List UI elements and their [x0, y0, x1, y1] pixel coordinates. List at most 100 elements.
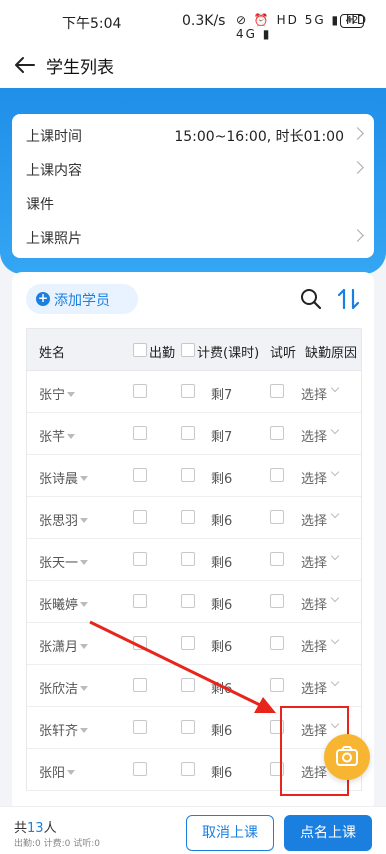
fee-checkbox[interactable]	[181, 594, 195, 608]
dropdown-triangle-icon	[80, 686, 89, 691]
attend-checkbox[interactable]	[133, 636, 147, 650]
fee-checkbox[interactable]	[181, 384, 195, 398]
absence-reason-select[interactable]: 选择	[301, 636, 327, 655]
class-photo-label: 上课照片	[26, 231, 82, 247]
remaining-hours: 剩6	[211, 472, 233, 487]
student-name[interactable]: 张宁	[39, 384, 76, 403]
remaining-hours: 剩7	[211, 430, 233, 445]
table-row[interactable]: 张欣洁 剩6 选择	[27, 665, 361, 707]
page-title: 学生列表	[46, 58, 114, 78]
table-header: 姓名 出勤 计费(课时) 试听 缺勤原因	[27, 329, 361, 371]
bottom-action-bar: 共13人 出勤:0 计费:0 试听:0 取消上课 点名上课	[0, 806, 386, 854]
dropdown-triangle-icon	[67, 434, 76, 439]
attend-checkbox[interactable]	[133, 720, 147, 734]
student-name[interactable]: 张诗晨	[39, 468, 89, 487]
dropdown-triangle-icon	[80, 602, 89, 607]
trial-checkbox[interactable]	[270, 468, 284, 482]
roll-call-button[interactable]: 点名上课	[284, 815, 372, 851]
attend-checkbox[interactable]	[133, 426, 147, 440]
attend-checkbox[interactable]	[133, 384, 147, 398]
absence-reason-select[interactable]: 选择	[301, 426, 327, 445]
chevron-down-icon	[330, 677, 340, 687]
trial-checkbox[interactable]	[270, 510, 284, 524]
attend-checkbox[interactable]	[133, 594, 147, 608]
cancel-class-button[interactable]: 取消上课	[186, 815, 274, 851]
chevron-down-icon	[330, 467, 340, 477]
fee-checkbox[interactable]	[181, 426, 195, 440]
student-name[interactable]: 张阳	[39, 762, 76, 781]
fee-checkbox[interactable]	[181, 636, 195, 650]
student-name[interactable]: 张潇月	[39, 636, 89, 655]
class-photo-row[interactable]: 上课照片	[26, 220, 364, 254]
chevron-right-icon	[351, 127, 364, 140]
table-row[interactable]: 张曦婷 剩6 选择	[27, 581, 361, 623]
student-name[interactable]: 张天一	[39, 552, 89, 571]
attendance-stats: 出勤:0 计费:0 试听:0	[14, 839, 100, 849]
class-time-row[interactable]: 上课时间 15:00~16:00, 时长01:00	[26, 118, 364, 152]
remaining-hours: 剩6	[211, 682, 233, 697]
chevron-down-icon	[330, 593, 340, 603]
attend-checkbox[interactable]	[133, 678, 147, 692]
trial-checkbox[interactable]	[270, 552, 284, 566]
remaining-hours: 剩6	[211, 514, 233, 529]
courseware-row[interactable]: 课件	[26, 186, 362, 220]
header-reason: 缺勤原因	[305, 346, 358, 361]
add-student-label: 添加学员	[54, 293, 110, 309]
fee-checkbox[interactable]	[181, 678, 195, 692]
absence-reason-select[interactable]: 选择	[301, 678, 327, 697]
chevron-right-icon	[351, 161, 364, 174]
student-name[interactable]: 张欣洁	[39, 678, 89, 697]
remaining-hours: 剩6	[211, 640, 233, 655]
student-name[interactable]: 张曦婷	[39, 594, 89, 613]
dropdown-triangle-icon	[67, 770, 76, 775]
student-name[interactable]: 张芊	[39, 426, 76, 445]
absence-reason-select[interactable]: 选择	[301, 552, 327, 571]
trial-checkbox[interactable]	[270, 678, 284, 692]
class-content-label: 上课内容	[26, 163, 82, 179]
header-trial: 试听	[270, 346, 297, 361]
student-name[interactable]: 张思羽	[39, 510, 89, 529]
absence-reason-select[interactable]: 选择	[301, 510, 327, 529]
trial-checkbox[interactable]	[270, 636, 284, 650]
fee-checkbox[interactable]	[181, 762, 195, 776]
class-content-row[interactable]: 上课内容	[26, 152, 364, 186]
attend-checkbox[interactable]	[133, 552, 147, 566]
table-row[interactable]: 张诗晨 剩6 选择	[27, 455, 361, 497]
student-name[interactable]: 张轩齐	[39, 720, 89, 739]
back-arrow-icon[interactable]	[12, 52, 38, 78]
fee-all-checkbox[interactable]	[181, 343, 195, 357]
header-fee: 计费(课时)	[197, 346, 260, 361]
total-count: 共13人	[14, 821, 57, 836]
absence-reason-select[interactable]: 选择	[301, 384, 327, 403]
absence-reason-select[interactable]: 选择	[301, 468, 327, 487]
fee-checkbox[interactable]	[181, 468, 195, 482]
search-icon[interactable]	[300, 288, 322, 310]
attend-checkbox[interactable]	[133, 762, 147, 776]
trial-checkbox[interactable]	[270, 426, 284, 440]
absence-reason-select[interactable]: 选择	[301, 594, 327, 613]
trial-checkbox[interactable]	[270, 384, 284, 398]
sort-icon[interactable]	[336, 286, 362, 312]
table-row[interactable]: 张思羽 剩6 选择	[27, 497, 361, 539]
table-row[interactable]: 张芊 剩7 选择	[27, 413, 361, 455]
dropdown-triangle-icon	[80, 518, 89, 523]
trial-checkbox[interactable]	[270, 594, 284, 608]
chevron-right-icon	[351, 229, 364, 242]
fee-checkbox[interactable]	[181, 552, 195, 566]
fee-checkbox[interactable]	[181, 510, 195, 524]
remaining-hours: 剩6	[211, 598, 233, 613]
camera-fab-button[interactable]	[324, 734, 370, 780]
dropdown-triangle-icon	[67, 392, 76, 397]
add-student-button[interactable]: + 添加学员	[26, 284, 138, 314]
attend-checkbox[interactable]	[133, 510, 147, 524]
table-row[interactable]: 张宁 剩7 选择	[27, 371, 361, 413]
status-time: 下午5:04	[62, 16, 122, 32]
status-net-speed: 0.3K/s	[182, 13, 226, 29]
table-row[interactable]: 张潇月 剩6 选择	[27, 623, 361, 665]
camera-icon	[336, 746, 358, 766]
attend-all-checkbox[interactable]	[133, 343, 147, 357]
plus-icon: +	[36, 291, 50, 306]
table-row[interactable]: 张天一 剩6 选择	[27, 539, 361, 581]
fee-checkbox[interactable]	[181, 720, 195, 734]
attend-checkbox[interactable]	[133, 468, 147, 482]
